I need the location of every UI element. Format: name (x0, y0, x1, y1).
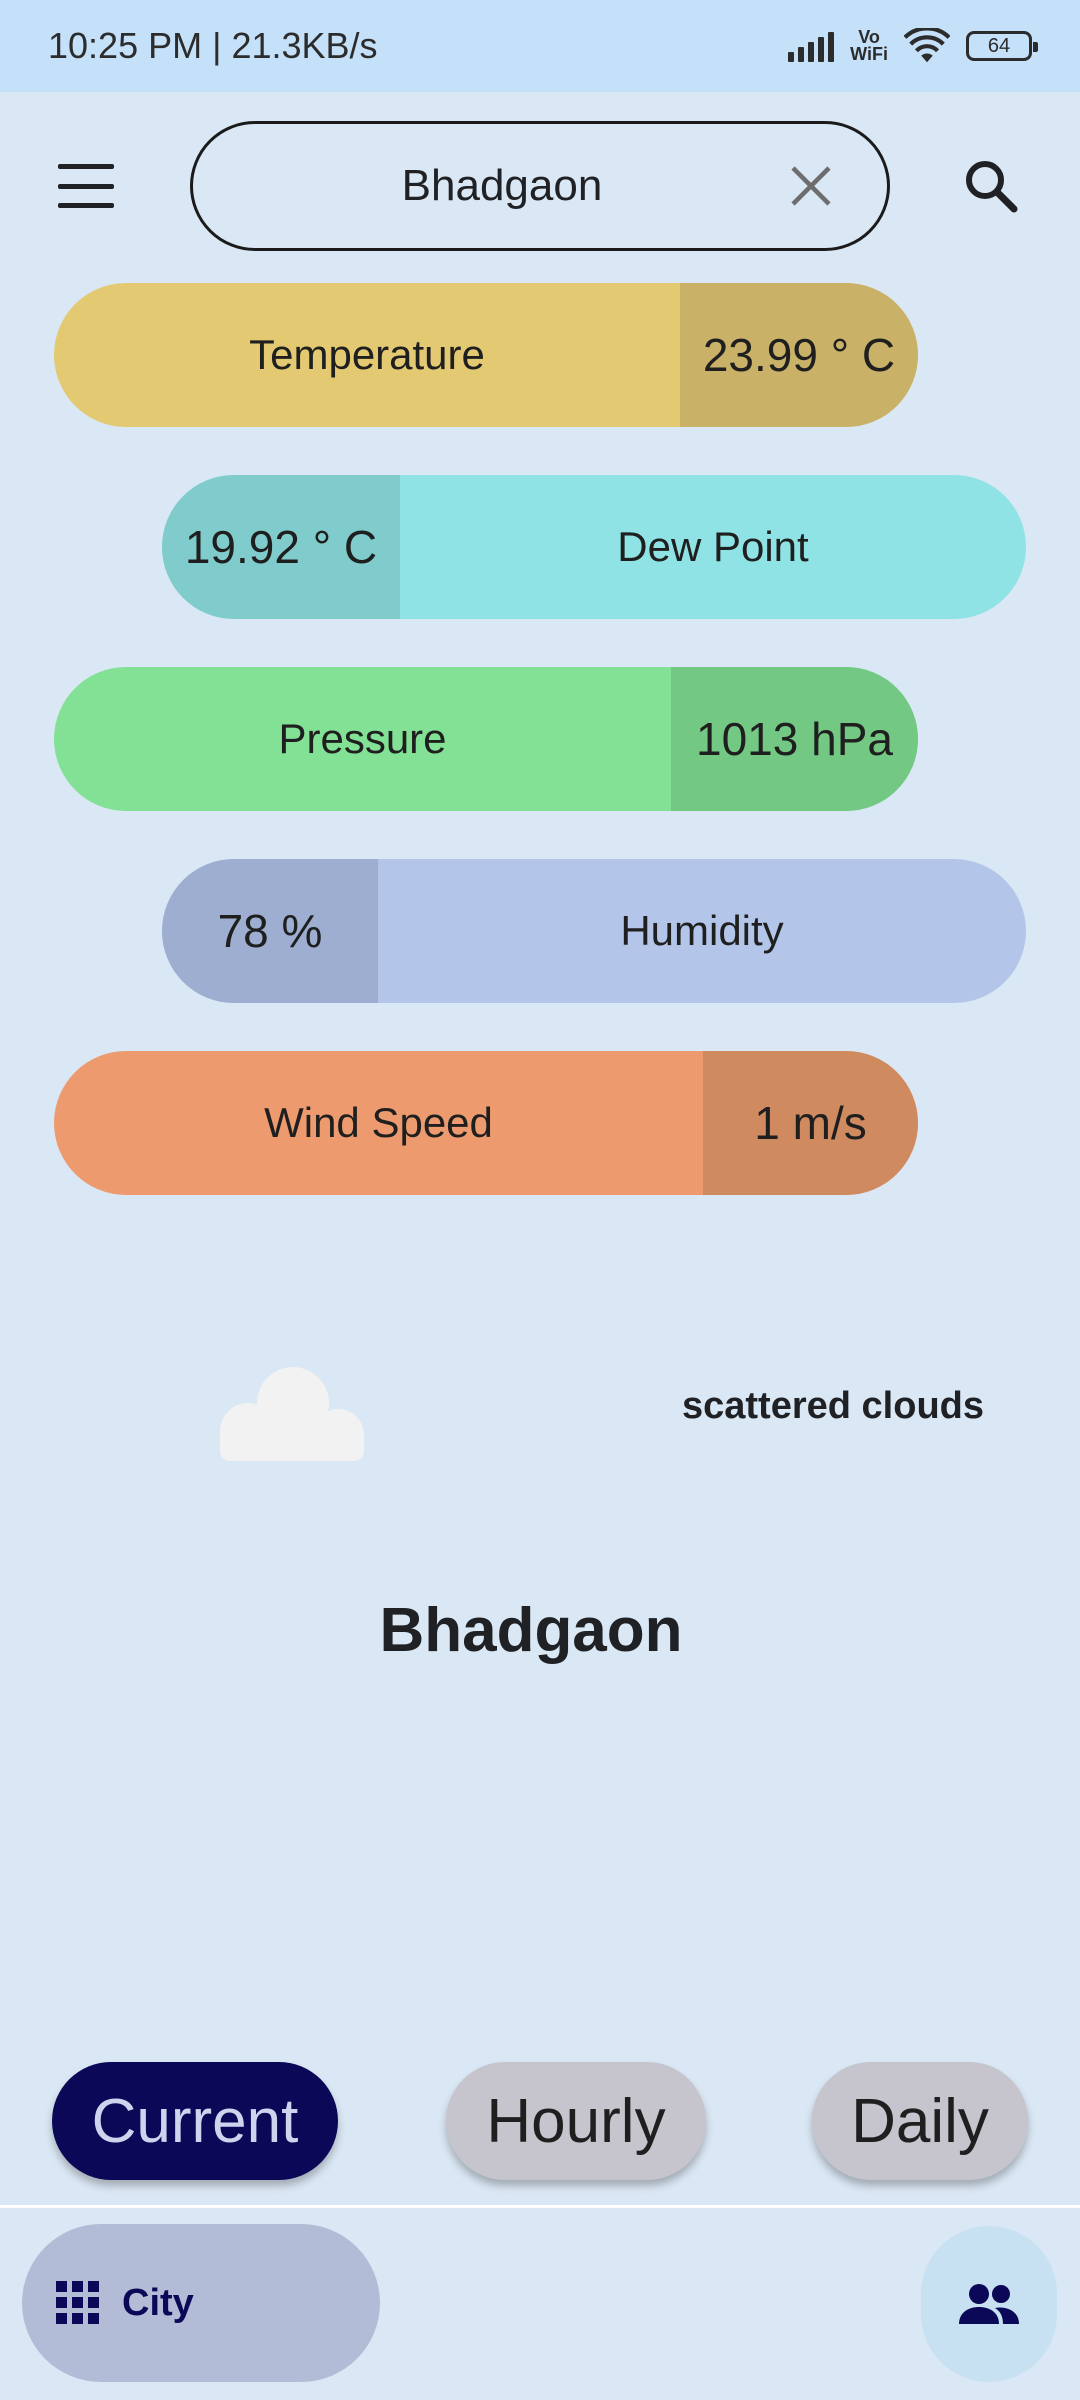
humidity-label: Humidity (620, 907, 784, 954)
menu-icon[interactable] (58, 164, 114, 208)
pressure-value: 1013 hPa (671, 667, 918, 811)
pressure-label: Pressure (278, 715, 447, 762)
humidity-card: 78 % Humidity (162, 859, 1026, 1003)
city-button[interactable]: City (22, 2224, 380, 2382)
people-button[interactable] (921, 2226, 1057, 2382)
temperature-value: 23.99 ° C (680, 283, 918, 427)
dew-point-label: Dew Point (617, 523, 809, 570)
temperature-label: Temperature (249, 331, 485, 378)
cloud-icon (220, 1367, 364, 1461)
battery-icon: 64 (966, 31, 1038, 61)
dew-point-value: 19.92 ° C (162, 475, 400, 619)
vowifi-indicator: Vo WiFi (850, 27, 888, 64)
temperature-card: Temperature 23.99 ° C (54, 283, 918, 427)
signal-icon (788, 30, 835, 62)
city-name: Bhadgaon (379, 1596, 683, 1665)
divider (0, 2205, 1080, 2208)
status-icons: Vo WiFi 64 (788, 27, 1038, 64)
city-button-label: City (122, 2281, 194, 2324)
wind-speed-label: Wind Speed (264, 1099, 493, 1146)
pressure-card: Pressure 1013 hPa (54, 667, 918, 811)
humidity-value: 78 % (162, 859, 378, 1003)
status-time-speed: 10:25 PM | 21.3KB/s (48, 25, 378, 66)
wind-speed-card: Wind Speed 1 m/s (54, 1051, 918, 1195)
search-input-value[interactable]: Bhadgaon (193, 161, 771, 211)
tab-daily[interactable]: Daily (812, 2062, 1028, 2180)
wifi-icon (904, 28, 950, 63)
wind-speed-value: 1 m/s (703, 1051, 918, 1195)
weather-condition: scattered clouds (682, 1385, 984, 1427)
search-input[interactable]: Bhadgaon (190, 121, 890, 251)
search-icon[interactable] (960, 155, 1024, 219)
tab-hourly[interactable]: Hourly (446, 2062, 706, 2180)
grid-icon (56, 2281, 99, 2324)
close-icon[interactable] (771, 146, 851, 226)
status-bar: 10:25 PM | 21.3KB/s Vo WiFi 64 (0, 0, 1080, 92)
people-icon (959, 2284, 1019, 2324)
dew-point-card: 19.92 ° C Dew Point (162, 475, 1026, 619)
tab-current[interactable]: Current (52, 2062, 338, 2180)
